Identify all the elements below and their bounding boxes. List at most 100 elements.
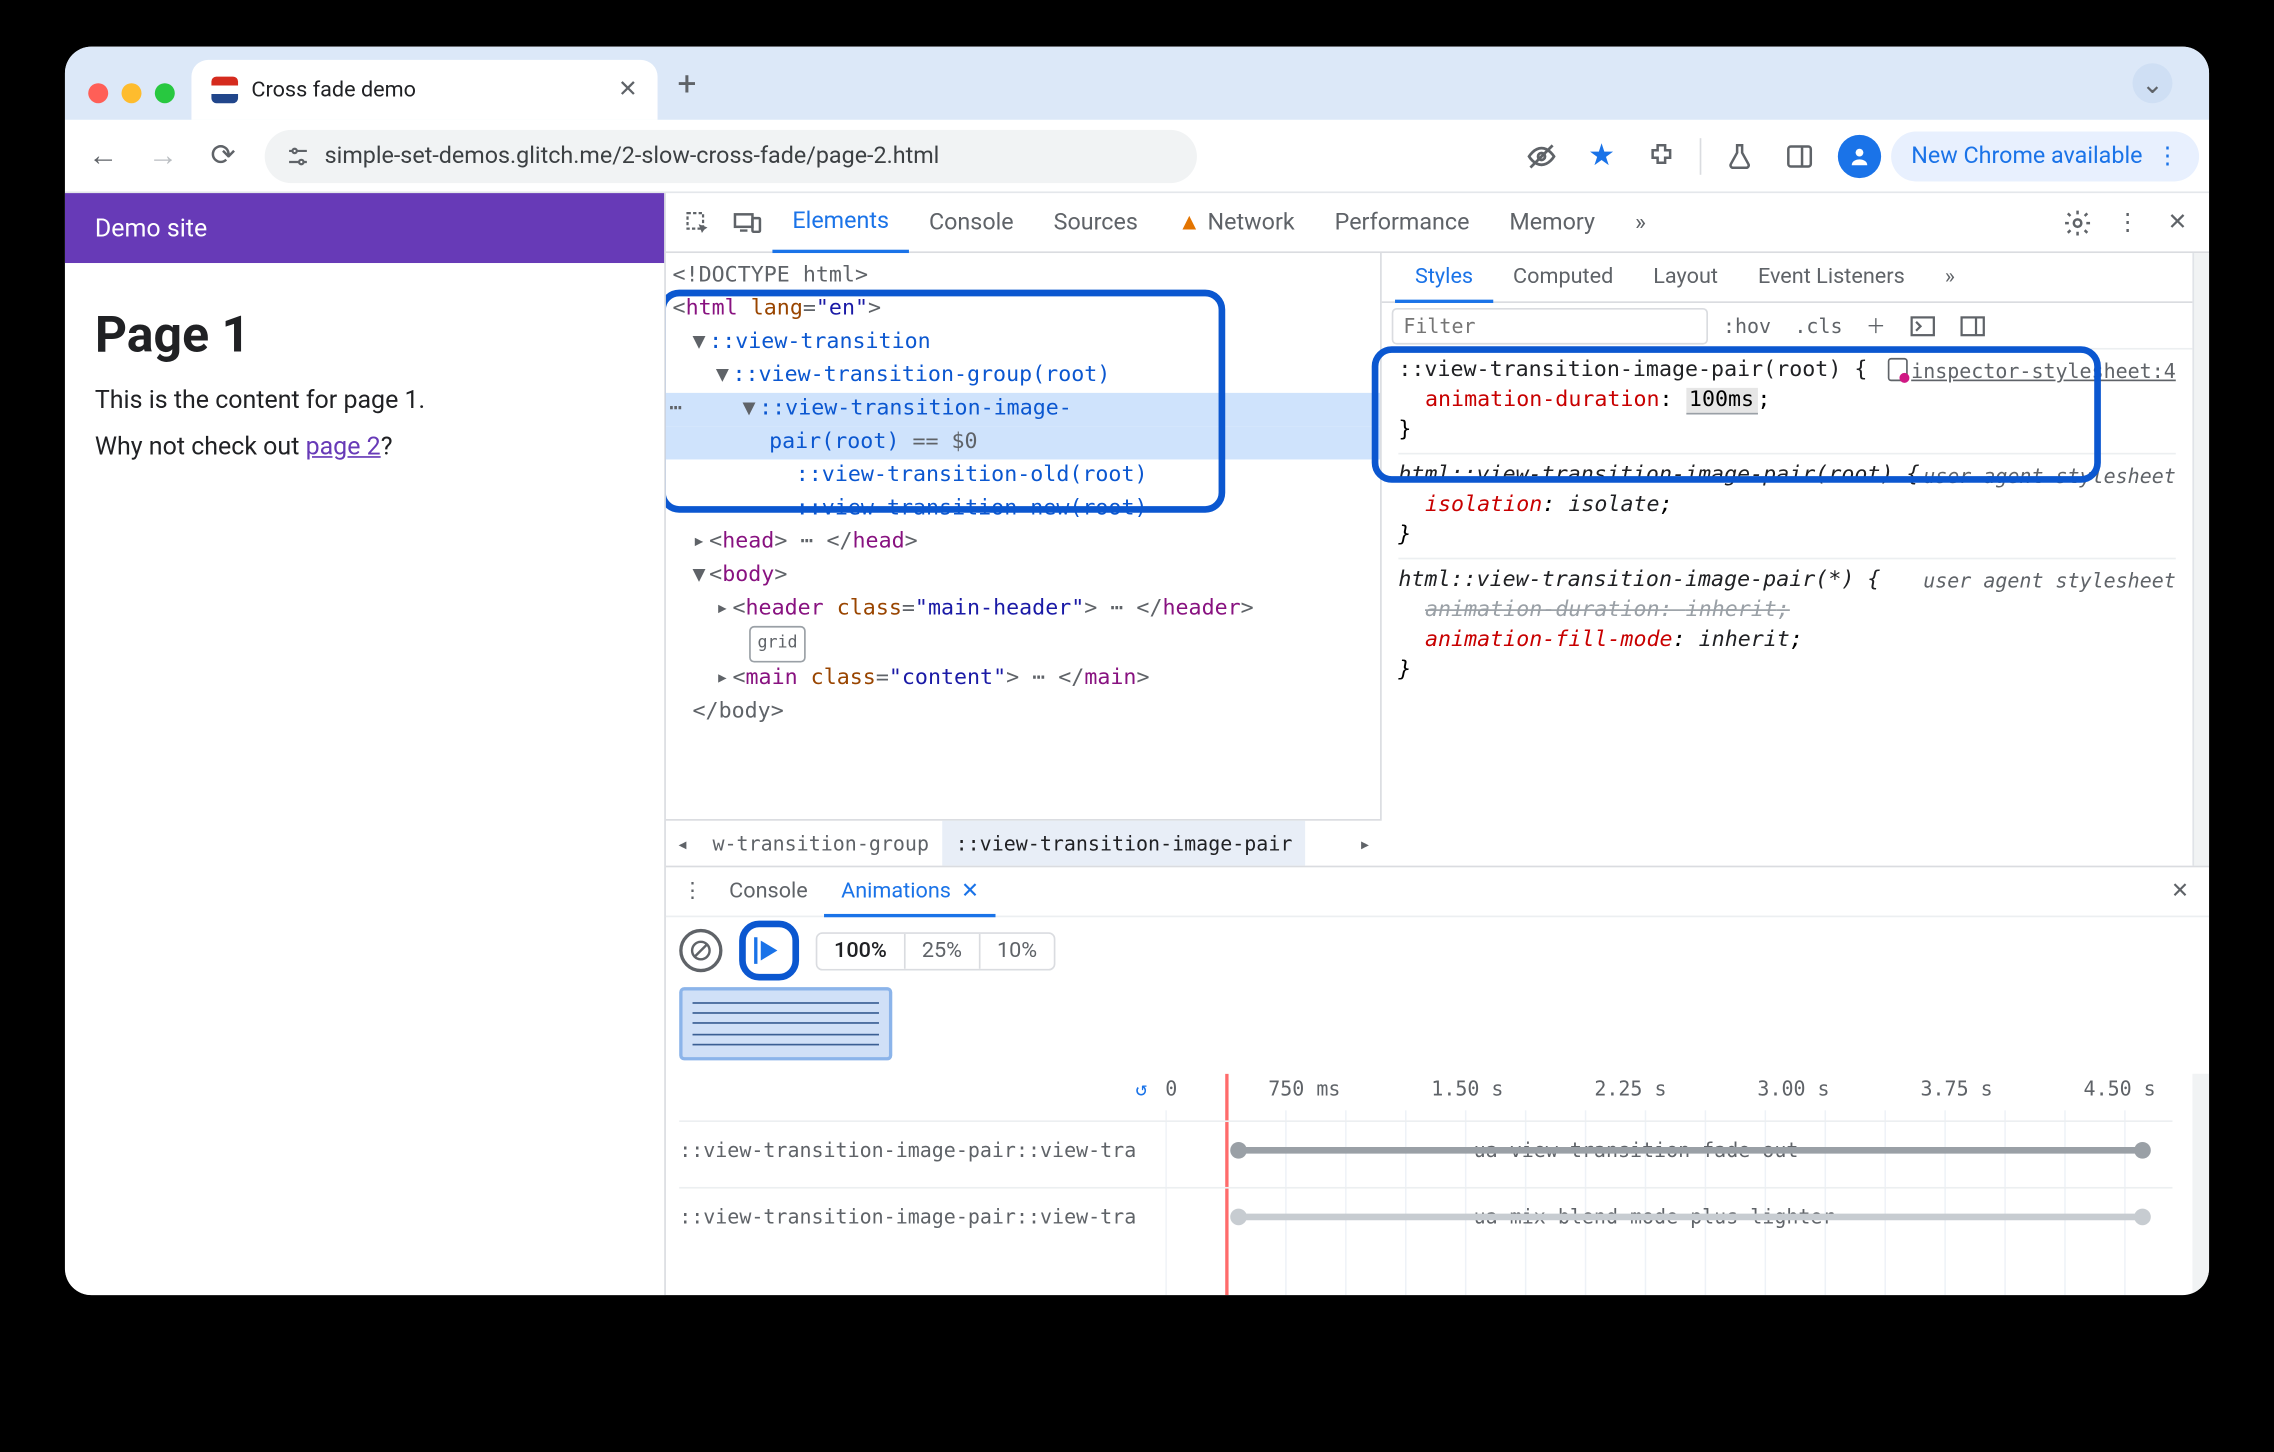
drawer-tabbar: ⋮ Console Animations✕ ✕ [666,867,2209,917]
minimize-window-icon[interactable] [122,83,142,103]
file-icon [1888,358,1908,381]
drawer-kebab-icon[interactable]: ⋮ [673,879,713,904]
tab-sources[interactable]: Sources [1034,193,1158,251]
crumb-right-icon[interactable]: ▸ [1348,832,1381,855]
labs-icon[interactable] [1711,127,1768,184]
address-bar[interactable]: simple-set-demos.glitch.me/2-slow-cross-… [265,129,1197,182]
rule-block[interactable]: inspector-stylesheet:4 ::view-transition… [1398,356,2175,454]
new-tab-button[interactable]: + [658,63,717,120]
speed-25[interactable]: 25% [905,933,980,968]
timeline-row[interactable]: ::view-transition-image-pair::view-tra -… [679,1120,2172,1177]
devtools-tabbar: Elements Console Sources ▲Network Perfor… [666,193,2209,253]
crumb-prev[interactable]: w-transition-group [699,821,942,866]
browser-window: Cross fade demo ✕ + ⌄ ← → ⟳ simple-set-d… [65,47,2209,1296]
devtools: Elements Console Sources ▲Network Perfor… [664,193,2209,1295]
tree-selected-node[interactable]: ▼::view-transition-image- [666,393,1380,426]
ellipsis-icon[interactable]: ⋯ [669,393,682,426]
timeline-ticks: 0 750 ms 1.50 s 2.25 s 3.00 s 3.75 s 4.5… [1165,1077,2172,1100]
timeline-row[interactable]: ::view-transition-image-pair::view-tra -… [679,1187,2172,1244]
site-settings-icon[interactable] [285,142,312,169]
styles-tabbar: Styles Computed Layout Event Listeners » [1382,253,2193,303]
tab-strip: Cross fade demo ✕ + ⌄ [65,47,2209,120]
tab-styles[interactable]: Styles [1395,254,1493,302]
styles-tabs-overflow[interactable]: » [1925,253,1975,301]
toggle-sidebar-icon[interactable] [1951,314,1994,337]
grid-badge[interactable]: grid [749,626,806,663]
bookmark-icon[interactable]: ★ [1573,127,1630,184]
tab-elements[interactable]: Elements [772,194,909,252]
warning-icon: ▲ [1178,208,1201,236]
cls-toggle[interactable]: .cls [1786,314,1851,337]
drawer-tab-console[interactable]: Console [712,867,824,915]
close-drawer-icon[interactable]: ✕ [2171,879,2202,904]
kebab-icon[interactable]: ⋮ [2103,209,2153,236]
eye-off-icon[interactable] [1513,127,1570,184]
hov-toggle[interactable]: :hov [1715,314,1780,337]
tab-network[interactable]: ▲Network [1158,193,1315,251]
close-devtools-icon[interactable]: ✕ [2152,209,2202,236]
rule-block[interactable]: user agent stylesheet html::view-transit… [1398,461,2175,559]
maximize-window-icon[interactable] [155,83,175,103]
profile-avatar[interactable] [1831,127,1888,184]
inspect-icon[interactable] [673,193,723,251]
tab-console[interactable]: Console [909,193,1034,251]
elements-tree[interactable]: <!DOCTYPE html> <html lang="en"> ▼::view… [666,253,1382,819]
animation-timeline[interactable]: ↺ 0 750 ms 1.50 s 2.25 s 3.00 s 3.75 s 4… [666,1074,2193,1295]
page-link-line: Why not check out page 2? [95,431,634,461]
favicon-icon [211,77,238,104]
site-name: Demo site [95,213,207,243]
gear-icon[interactable] [2053,207,2103,237]
update-chip[interactable]: New Chrome available ⋮ [1891,131,2199,181]
back-button[interactable]: ← [75,127,132,184]
forward-button[interactable]: → [135,127,192,184]
tab-performance[interactable]: Performance [1315,193,1490,251]
speed-100[interactable]: 100% [817,933,905,968]
crumb-current[interactable]: ::view-transition-image-pair [942,821,1305,866]
editable-value[interactable]: 100ms [1686,388,1758,415]
close-tab-icon[interactable]: ✕ [618,77,638,104]
styles-filter-input[interactable] [1392,307,1708,344]
browser-toolbar: ← → ⟳ simple-set-demos.glitch.me/2-slow-… [65,120,2209,193]
update-chip-label: New Chrome available [1911,142,2142,169]
close-window-icon[interactable] [88,83,108,103]
clear-icon[interactable] [679,929,722,972]
row-label: ::view-transition-image-pair::view-tra [679,1138,1225,1161]
new-rule-icon[interactable]: ＋ [1858,311,1895,339]
source-link[interactable]: inspector-stylesheet:4 [1888,356,2176,386]
crumb-left-icon[interactable]: ◂ [666,832,699,855]
window-dropdown[interactable]: ⌄ [2132,63,2195,120]
reload-button[interactable]: ⟳ [195,127,252,184]
tab-computed[interactable]: Computed [1493,253,1633,301]
drawer-tab-animations[interactable]: Animations✕ [824,868,995,916]
tab-memory[interactable]: Memory [1489,193,1615,251]
scrollbar[interactable] [2192,253,2209,866]
replay-icon[interactable]: ↺ [1135,1077,1147,1100]
animation-bar[interactable] [1239,1146,2143,1153]
play-pause-button[interactable] [739,921,799,981]
tab-event-listeners[interactable]: Event Listeners [1738,253,1925,301]
tab-layout[interactable]: Layout [1633,253,1738,301]
page-link[interactable]: page 2 [306,431,381,461]
page-heading: Page 1 [95,306,634,364]
animation-group-thumb[interactable] [679,987,892,1060]
device-toggle-icon[interactable] [722,193,772,251]
source-link: user agent stylesheet [1923,461,2176,491]
rule-block[interactable]: user agent stylesheet html::view-transit… [1398,566,2175,693]
scrollbar[interactable] [2192,1074,2209,1295]
browser-tab[interactable]: Cross fade demo ✕ [191,60,657,120]
rendered-page: Demo site Page 1 This is the content for… [65,193,664,1295]
tree-vt-new[interactable]: ::view-transition-new(root) [796,496,1148,521]
animation-bar[interactable] [1239,1213,2143,1220]
page-body-text: This is the content for page 1. [95,385,634,415]
tree-vt-old[interactable]: ::view-transition-old(root) [796,463,1148,488]
computed-panel-icon[interactable] [1901,314,1944,337]
side-panel-icon[interactable] [1771,127,1828,184]
css-rules[interactable]: inspector-stylesheet:4 ::view-transition… [1382,350,2193,706]
tree-vt-group[interactable]: ::view-transition-group(root) [732,363,1110,388]
tree-view-transition[interactable]: ::view-transition [709,330,931,355]
tabs-overflow[interactable]: » [1615,193,1666,251]
playhead[interactable] [1225,1074,1228,1295]
extensions-icon[interactable] [1633,127,1690,184]
speed-10[interactable]: 10% [980,933,1053,968]
close-tab-icon[interactable]: ✕ [961,878,979,903]
